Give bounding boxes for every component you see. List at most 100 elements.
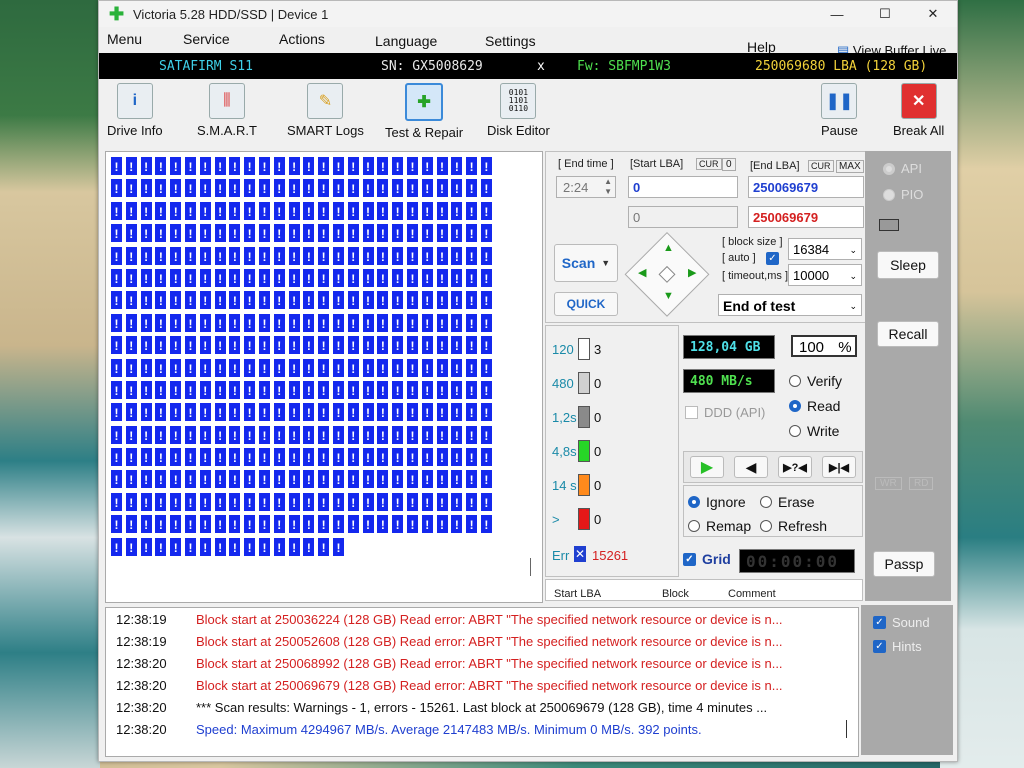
block-size-select[interactable]: 16384 ⌄ xyxy=(788,238,862,260)
sector-block: ! xyxy=(272,491,286,512)
log-time: 12:38:19 xyxy=(116,634,167,649)
sector-block: ! xyxy=(361,200,375,221)
sector-block: ! xyxy=(213,312,227,333)
err-label: Err xyxy=(552,548,570,563)
seek-button[interactable]: ▶?◀ xyxy=(778,456,812,478)
arrow-up-icon[interactable]: ▲ xyxy=(663,242,674,254)
sector-block: ! xyxy=(198,379,212,400)
sector-block: ! xyxy=(405,514,419,535)
sector-block: ! xyxy=(183,223,197,244)
drive-info-button[interactable]: i Drive Info xyxy=(107,83,163,138)
hints-checkbox[interactable]: ✓ Hints xyxy=(873,639,922,654)
sector-block: ! xyxy=(139,536,153,557)
reverse-button[interactable]: ◀ xyxy=(734,456,768,478)
ignore-radio[interactable]: Ignore xyxy=(688,494,746,510)
column-block[interactable]: Block xyxy=(662,588,689,600)
sector-block: ! xyxy=(213,357,227,378)
drive-close-button[interactable]: x xyxy=(537,59,545,74)
sector-block: ! xyxy=(257,267,271,288)
menu-settings[interactable]: Settings xyxy=(485,33,536,49)
remap-radio[interactable]: Remap xyxy=(688,518,751,534)
verify-radio[interactable]: Verify xyxy=(789,373,842,389)
sector-block: ! xyxy=(124,536,138,557)
arrow-right-icon[interactable]: ▶ xyxy=(688,266,696,279)
sector-block: ! xyxy=(435,402,449,423)
grid-checkbox[interactable]: ✓ Grid xyxy=(683,551,731,567)
maximize-button[interactable]: ☐ xyxy=(861,1,909,27)
sector-block: ! xyxy=(124,469,138,490)
sector-block: ! xyxy=(169,223,183,244)
menu-actions[interactable]: Actions xyxy=(279,31,325,47)
auto-checkbox[interactable]: ✓ xyxy=(766,252,779,265)
sector-block: ! xyxy=(228,290,242,311)
menu-menu[interactable]: Menu xyxy=(107,31,142,47)
sector-block: ! xyxy=(110,379,123,400)
end-max-button[interactable]: MAX xyxy=(836,160,864,173)
sector-block: ! xyxy=(302,379,316,400)
sector-block: ! xyxy=(183,200,197,221)
sector-block: ! xyxy=(435,514,449,535)
sound-checkbox[interactable]: ✓ Sound xyxy=(873,615,930,630)
goto-end-button[interactable]: ▶|◀ xyxy=(822,456,856,478)
disk-editor-button[interactable]: 0101 1101 0110 Disk Editor xyxy=(487,83,550,138)
arrow-left-icon[interactable]: ◀ xyxy=(638,266,646,279)
scan-button[interactable]: Scan ▼ xyxy=(554,244,618,282)
api-radio[interactable]: API xyxy=(883,161,922,176)
read-radio[interactable]: Read xyxy=(789,398,840,414)
start-cur-button[interactable]: CUR xyxy=(696,158,722,170)
log-time: 12:38:19 xyxy=(116,612,167,627)
quick-button[interactable]: QUICK xyxy=(554,292,618,316)
sector-block: ! xyxy=(346,245,360,266)
pause-button[interactable]: ❚❚ Pause xyxy=(821,83,858,138)
close-button[interactable]: ✕ xyxy=(909,1,957,27)
sector-block: ! xyxy=(479,178,493,199)
sector-block: ! xyxy=(450,424,464,445)
sector-block: ! xyxy=(110,447,123,468)
refresh-radio[interactable]: Refresh xyxy=(760,518,827,534)
menu-language[interactable]: Language xyxy=(375,33,437,49)
sector-block: ! xyxy=(257,447,271,468)
end-cur-button[interactable]: CUR xyxy=(808,160,834,172)
sector-block: ! xyxy=(450,245,464,266)
timing-count: 3 xyxy=(594,342,602,357)
menu-service[interactable]: Service xyxy=(183,31,230,47)
column-comment[interactable]: Comment xyxy=(728,588,776,600)
pio-radio[interactable]: PIO xyxy=(883,187,923,202)
sector-block: ! xyxy=(124,267,138,288)
arrow-down-icon[interactable]: ▼ xyxy=(663,290,674,302)
end-time-input[interactable]: 2:24 ▲ ▼ xyxy=(556,176,616,198)
spinner-icon[interactable]: ▲ ▼ xyxy=(604,177,612,197)
minimize-button[interactable]: — xyxy=(813,1,861,27)
smart-logs-button[interactable]: ✎ SMART Logs xyxy=(287,83,364,138)
sector-block: ! xyxy=(213,178,227,199)
play-button[interactable]: ▶ xyxy=(690,456,724,478)
sector-block: ! xyxy=(213,156,227,176)
sector-block: ! xyxy=(110,200,123,221)
recall-button[interactable]: Recall xyxy=(877,321,939,347)
sector-block: ! xyxy=(198,491,212,512)
sector-block: ! xyxy=(361,312,375,333)
sector-block: ! xyxy=(243,357,257,378)
passp-button[interactable]: Passp xyxy=(873,551,935,577)
smart-button[interactable]: ⫼ S.M.A.R.T xyxy=(197,83,257,138)
end-lba-input[interactable]: 250069679 xyxy=(748,176,864,198)
sector-block: ! xyxy=(272,469,286,490)
break-all-button[interactable]: ✕ Break All xyxy=(893,83,944,138)
test-repair-button[interactable]: ✚ Test & Repair xyxy=(385,83,463,140)
sector-block: ! xyxy=(183,245,197,266)
sector-block: ! xyxy=(450,402,464,423)
start-cur-value: 0 xyxy=(722,158,736,171)
erase-radio[interactable]: Erase xyxy=(760,494,815,510)
sector-block: ! xyxy=(272,536,286,557)
ddd-api-checkbox[interactable]: DDD (API) xyxy=(685,405,765,420)
timeout-select[interactable]: 10000 ⌄ xyxy=(788,264,862,286)
column-start-lba[interactable]: Start LBA xyxy=(554,588,601,600)
sector-block: ! xyxy=(169,491,183,512)
start-lba-input[interactable]: 0 xyxy=(628,176,738,198)
sleep-button[interactable]: Sleep xyxy=(877,251,939,279)
sector-block: ! xyxy=(183,491,197,512)
end-of-test-select[interactable]: End of test ⌄ xyxy=(718,294,862,316)
sector-block: ! xyxy=(391,379,405,400)
write-radio[interactable]: Write xyxy=(789,423,839,439)
sector-block: ! xyxy=(198,178,212,199)
